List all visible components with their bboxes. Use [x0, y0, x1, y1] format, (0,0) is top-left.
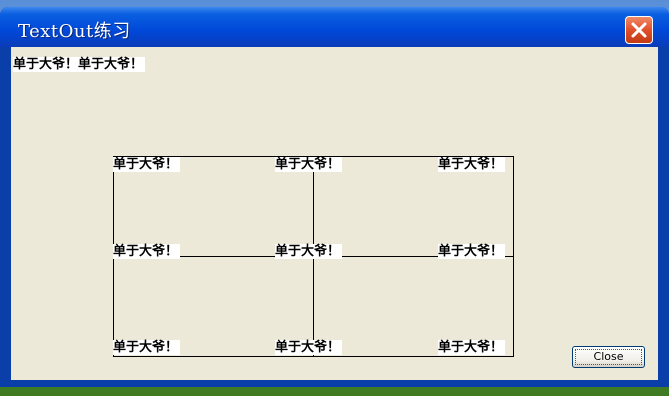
title-bar[interactable]: TextOut练习: [0, 7, 669, 47]
close-button[interactable]: Close: [572, 346, 645, 368]
header-text: 单于大爷！单于大爷！: [13, 57, 146, 72]
grid-text: 单于大爷！: [438, 244, 506, 259]
app-window: TextOut练习 单于大爷！单于大爷！ 单于大爷！ 单于大爷！ 单于大爷！ 单…: [0, 7, 669, 387]
grid-text: 单于大爷！: [113, 340, 181, 355]
client-area: 单于大爷！单于大爷！ 单于大爷！ 单于大爷！ 单于大爷！ 单于大爷！ 单于大爷！…: [11, 47, 658, 380]
grid-text: 单于大爷！: [113, 157, 181, 172]
grid-text: 单于大爷！: [275, 244, 343, 259]
grid-text: 单于大爷！: [438, 157, 506, 172]
window-title: TextOut练习: [18, 21, 131, 42]
grid-text: 单于大爷！: [275, 157, 343, 172]
grid-text: 单于大爷！: [113, 244, 181, 259]
focus-rect: [575, 349, 642, 365]
grid-text: 单于大爷！: [438, 340, 506, 355]
close-icon[interactable]: [625, 16, 653, 44]
grid-text: 单于大爷！: [275, 340, 343, 355]
grid-line: [513, 156, 514, 357]
